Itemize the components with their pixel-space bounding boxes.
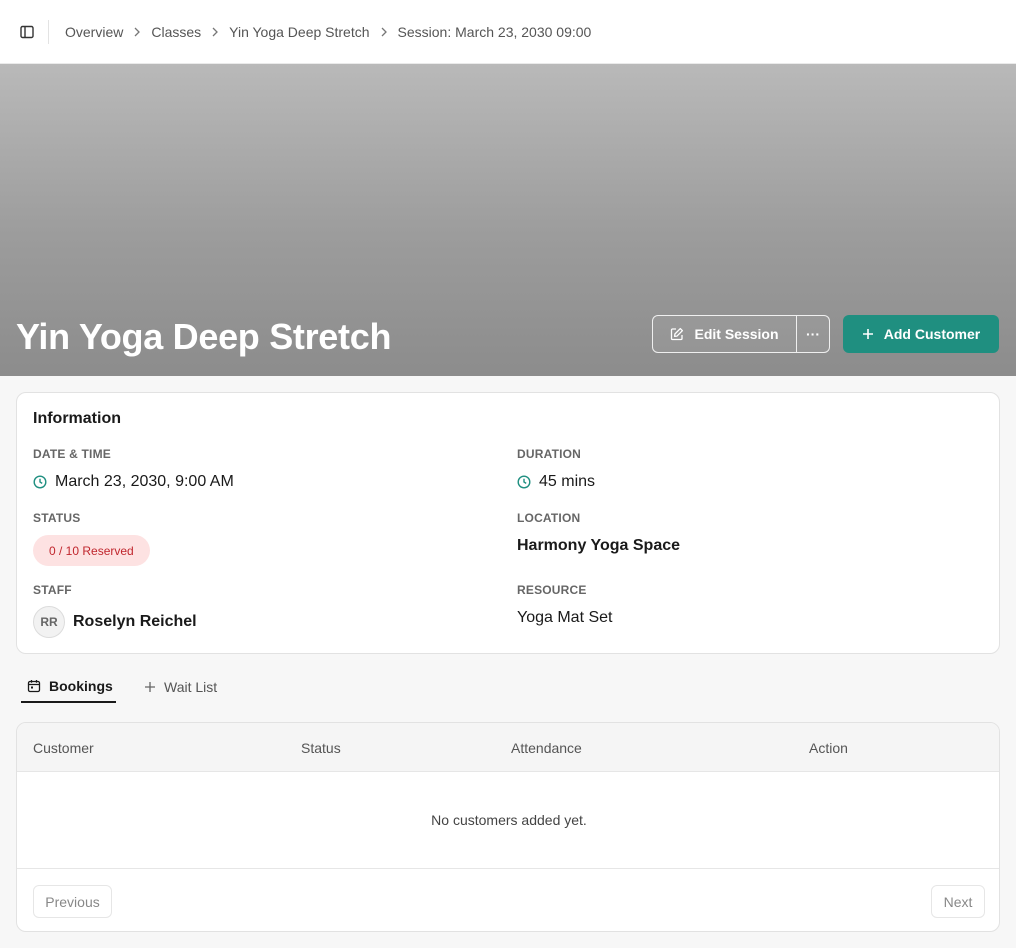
- chevron-right-icon: [380, 27, 388, 37]
- plus-icon: [862, 328, 874, 340]
- staff-value: RR Roselyn Reichel: [33, 606, 197, 638]
- breadcrumb: Overview Classes Yin Yoga Deep Stretch S…: [65, 24, 591, 40]
- date-time-value: March 23, 2030, 9:00 AM: [33, 473, 234, 491]
- column-attendance: Attendance: [511, 740, 582, 756]
- staff-label: STAFF: [33, 583, 72, 597]
- date-time-text: March 23, 2030, 9:00 AM: [55, 473, 234, 490]
- date-time-label: DATE & TIME: [33, 447, 111, 461]
- plus-icon: [144, 681, 156, 693]
- pencil-icon: [670, 327, 684, 341]
- duration-text: 45 mins: [539, 473, 596, 490]
- information-card: Information DATE & TIME March 23, 2030, …: [16, 392, 1000, 654]
- add-customer-label: Add Customer: [883, 326, 981, 342]
- session-actions: Edit Session ···: [652, 315, 830, 353]
- hero-banner: Yin Yoga Deep Stretch Edit Session ··· A…: [0, 64, 1016, 376]
- tab-wait-list-label: Wait List: [164, 678, 218, 695]
- column-status: Status: [301, 740, 341, 756]
- resource-value: Yoga Mat Set: [517, 609, 613, 626]
- column-action: Action: [809, 740, 848, 756]
- duration-label: DURATION: [517, 447, 582, 461]
- booking-tabs: Bookings Wait List: [21, 670, 223, 704]
- staff-name[interactable]: Roselyn Reichel: [73, 613, 197, 631]
- previous-page-button[interactable]: Previous: [33, 885, 112, 918]
- clock-icon: [517, 475, 531, 489]
- tab-wait-list[interactable]: Wait List: [138, 670, 223, 703]
- breadcrumb-session: Session: March 23, 2030 09:00: [397, 23, 592, 40]
- clock-icon: [33, 475, 47, 489]
- bookings-table: Customer Status Attendance Action No cus…: [16, 722, 1000, 932]
- topbar-divider: [48, 19, 49, 44]
- page-title: Yin Yoga Deep Stretch: [16, 316, 392, 357]
- next-page-button[interactable]: Next: [931, 885, 985, 918]
- add-customer-button[interactable]: Add Customer: [843, 315, 999, 353]
- status-badge: 0 / 10 Reserved: [33, 535, 150, 566]
- more-options-button[interactable]: ···: [797, 316, 829, 352]
- information-title: Information: [33, 410, 121, 427]
- breadcrumb-overview[interactable]: Overview: [65, 24, 123, 40]
- edit-session-button[interactable]: Edit Session: [653, 316, 797, 352]
- tab-bookings-label: Bookings: [49, 677, 113, 694]
- status-label: STATUS: [33, 511, 81, 525]
- location-value: Harmony Yoga Space: [517, 537, 681, 554]
- table-pagination: Previous Next: [17, 868, 999, 931]
- calendar-icon: [27, 679, 41, 693]
- resource-label: RESOURCE: [517, 583, 587, 597]
- sidebar-toggle-icon[interactable]: [16, 21, 38, 43]
- tab-bookings[interactable]: Bookings: [21, 670, 116, 703]
- more-icon: ···: [806, 326, 820, 342]
- top-bar: Overview Classes Yin Yoga Deep Stretch S…: [0, 0, 1016, 64]
- avatar: RR: [33, 606, 65, 638]
- edit-session-label: Edit Session: [694, 326, 779, 342]
- chevron-right-icon: [211, 27, 219, 37]
- table-header: Customer Status Attendance Action: [17, 723, 999, 772]
- empty-state-message: No customers added yet.: [431, 812, 587, 828]
- column-customer: Customer: [33, 740, 94, 756]
- breadcrumb-class[interactable]: Yin Yoga Deep Stretch: [229, 24, 369, 40]
- duration-value: 45 mins: [517, 473, 595, 491]
- breadcrumb-classes[interactable]: Classes: [151, 24, 201, 40]
- location-label: LOCATION: [517, 511, 581, 525]
- chevron-right-icon: [133, 27, 141, 37]
